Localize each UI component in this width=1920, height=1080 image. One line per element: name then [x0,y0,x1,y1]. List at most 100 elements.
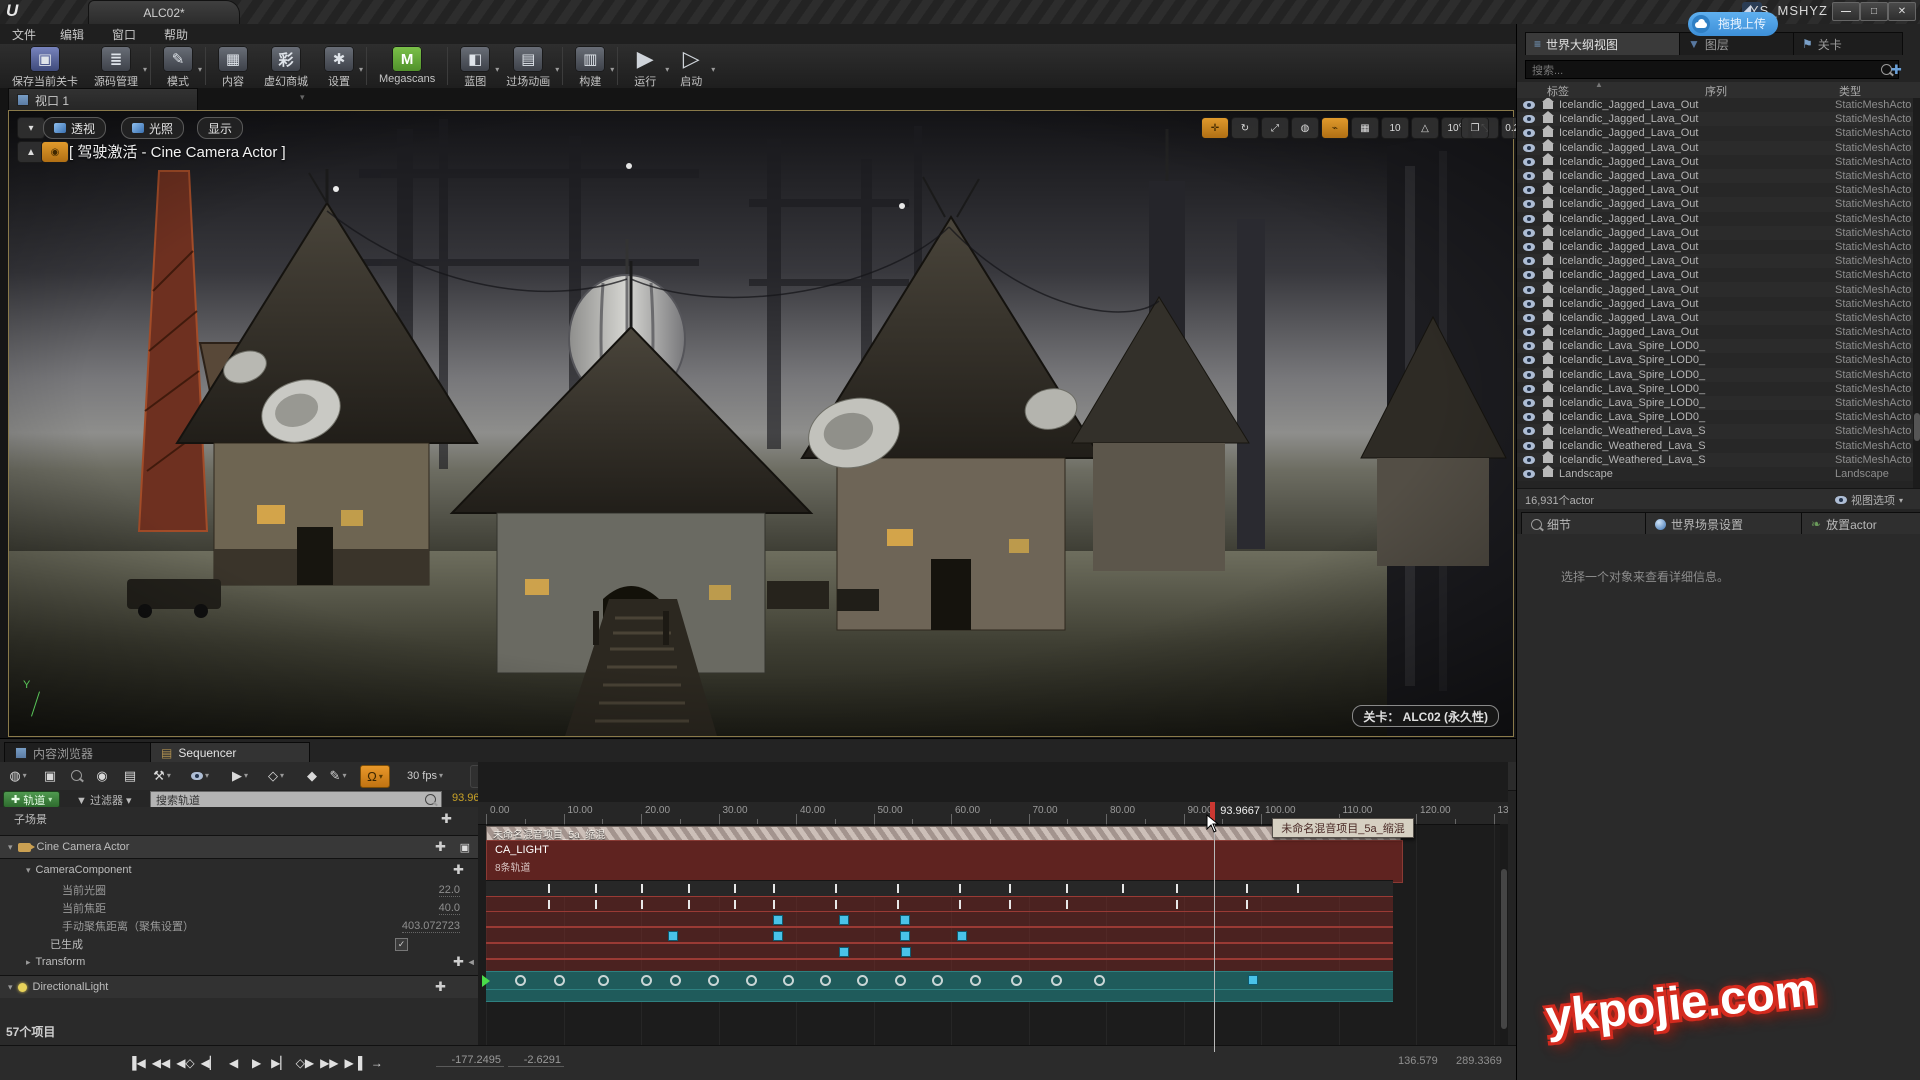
megascans-button[interactable]: MMegascans [371,44,443,90]
seq-browse-button[interactable]: ◍▾ [4,765,32,786]
keyframe-circle[interactable] [932,975,943,986]
dropdown-icon[interactable]: ▾ [359,65,363,74]
transport-button[interactable]: ◀ [225,1052,242,1074]
keyframe-tick[interactable] [773,884,775,893]
viewport-tab-dropdown-icon[interactable]: ▾ [300,92,305,103]
grid-snap-button[interactable]: ▦ [1351,117,1379,139]
surface-snap-button[interactable]: ⌁ [1321,117,1349,139]
keyframe-tick[interactable] [1009,884,1011,893]
seq-keyframe-options-button[interactable]: ◇▾ [262,765,290,786]
seq-snap-button[interactable]: Ω▾ [360,765,390,788]
tab-levels[interactable]: ⚑关卡 [1793,32,1903,55]
transport-button[interactable]: ◇▶ [296,1052,314,1074]
maximize-viewport-button[interactable]: ❐ [1461,117,1489,139]
visibility-eye-icon[interactable] [1523,470,1535,478]
angle-snap-button[interactable]: △ [1411,117,1439,139]
pilot-camera-icon[interactable]: ◉ [41,141,69,163]
keyframe-tick[interactable] [1246,884,1248,893]
visibility-eye-icon[interactable] [1523,413,1535,421]
seq-render-movie-button[interactable]: ▤ [116,765,144,786]
rotate-tool-button[interactable]: ↻ [1231,117,1259,139]
keyframe-tick[interactable] [734,884,736,893]
settings-button[interactable]: ✱设置▾ [316,44,362,90]
keyframe-tick[interactable] [1297,884,1299,893]
keyframe-circle[interactable] [970,975,981,986]
close-button[interactable]: ✕ [1888,2,1916,21]
visibility-eye-icon[interactable] [1523,186,1535,194]
visibility-eye-icon[interactable] [1523,200,1535,208]
keyframe-circle[interactable] [895,975,906,986]
add-track-button[interactable]: ✚轨道▾ [3,791,60,808]
visibility-eye-icon[interactable] [1523,442,1535,450]
keyframe-circle[interactable] [820,975,831,986]
transport-button[interactable]: ◀◇ [176,1052,194,1074]
keyframe-tick[interactable] [897,884,899,893]
minimize-button[interactable]: — [1832,2,1860,21]
visibility-eye-icon[interactable] [1523,385,1535,393]
visibility-eye-icon[interactable] [1523,158,1535,166]
visibility-eye-icon[interactable] [1523,427,1535,435]
scale-tool-button[interactable]: ⤢ [1261,117,1289,139]
keyframe-tick[interactable] [595,900,597,909]
visibility-eye-icon[interactable] [1523,399,1535,407]
visibility-eye-icon[interactable] [1523,172,1535,180]
outliner-row[interactable]: Icelandic_Weathered_Lava_SStaticMeshActo [1517,424,1913,438]
transport-button[interactable]: ▶ [248,1052,265,1074]
keyframe-circle[interactable] [1051,975,1062,986]
dropdown-icon[interactable]: ▾ [555,65,559,74]
keyframe-circle[interactable] [1094,975,1105,986]
keyframe-circle[interactable] [670,975,681,986]
outliner-row[interactable]: Icelandic_Jagged_Lava_OutStaticMeshActo [1517,297,1913,311]
keyframe-tick[interactable] [734,900,736,909]
visibility-eye-icon[interactable] [1523,129,1535,137]
visibility-eye-icon[interactable] [1523,300,1535,308]
playback-start-field[interactable]: -177.2495 [436,1054,504,1067]
tab-world-settings[interactable]: 世界场景设置 [1645,512,1815,536]
dropdown-icon[interactable]: ▾ [610,65,614,74]
dropdown-icon[interactable]: ▾ [198,65,202,74]
camera-ticks-row[interactable] [486,896,1393,912]
seq-edit-button[interactable]: ✎▾ [324,765,352,786]
transport-button[interactable]: ▶▶ [320,1052,338,1074]
blueprints-button[interactable]: ◧蓝图▾ [452,44,498,90]
keyframe-circle[interactable] [554,975,565,986]
outliner-row[interactable]: Icelandic_Lava_Spire_LOD0_StaticMeshActo [1517,382,1913,396]
keyframe-circle[interactable] [746,975,757,986]
track-search-input[interactable]: 搜索轨道 [150,791,442,808]
maximize-button[interactable]: □ [1860,2,1888,21]
track-row-已生成[interactable]: 已生成✓◄ ○ ► [0,935,479,953]
property-value[interactable]: 403.072723 [402,920,460,933]
keyframe-tick[interactable] [773,900,775,909]
visibility-eye-icon[interactable] [1523,314,1535,322]
track-row-DirectionalLight[interactable]: ▾DirectionalLight✚ [0,975,479,998]
seq-view-options-button[interactable]: ▾ [186,765,214,786]
world-space-button[interactable]: ◍ [1291,117,1319,139]
menu-window[interactable]: 窗口 [112,26,136,43]
keyframe-tick[interactable] [595,884,597,893]
keyframe-tick[interactable] [897,900,899,909]
menu-edit[interactable]: 编辑 [60,26,84,43]
property-key-row[interactable] [486,911,1393,927]
keyframe-square[interactable] [668,931,678,941]
timeline-tracks[interactable]: 未命名混音项目_5a_缩混CA_LIGHT8条轨道 [478,824,1508,1052]
keyframe-square[interactable] [957,931,967,941]
keyframe-tick[interactable] [1246,900,1248,909]
expand-arrow[interactable]: ▾ [8,842,13,853]
playhead-line[interactable] [1214,824,1215,1052]
keyframe-tick[interactable] [835,900,837,909]
keyframe-circle[interactable] [641,975,652,986]
keyframe-tick[interactable] [1066,900,1068,909]
keyframe-circle[interactable] [783,975,794,986]
outliner-row[interactable]: Icelandic_Jagged_Lava_OutStaticMeshActo [1517,226,1913,240]
keyframe-tick[interactable] [835,884,837,893]
grid-snap-value[interactable]: 10 [1381,117,1409,139]
track-row-Cine Camera Actor[interactable]: ▾Cine Camera Actor✚▣ [0,835,479,859]
view-range-end[interactable]: 289.3369 [1456,1055,1502,1067]
keyframe-tick[interactable] [641,884,643,893]
keyframe-square[interactable] [900,931,910,941]
track-row-子场景[interactable]: 子场景✚ [0,809,479,829]
transform-row[interactable] [486,971,1393,990]
section-ticks-row[interactable] [486,880,1393,896]
lit-mode-button[interactable]: 光照 [121,117,184,139]
seq-create-camera-button[interactable]: ◉ [88,765,116,786]
